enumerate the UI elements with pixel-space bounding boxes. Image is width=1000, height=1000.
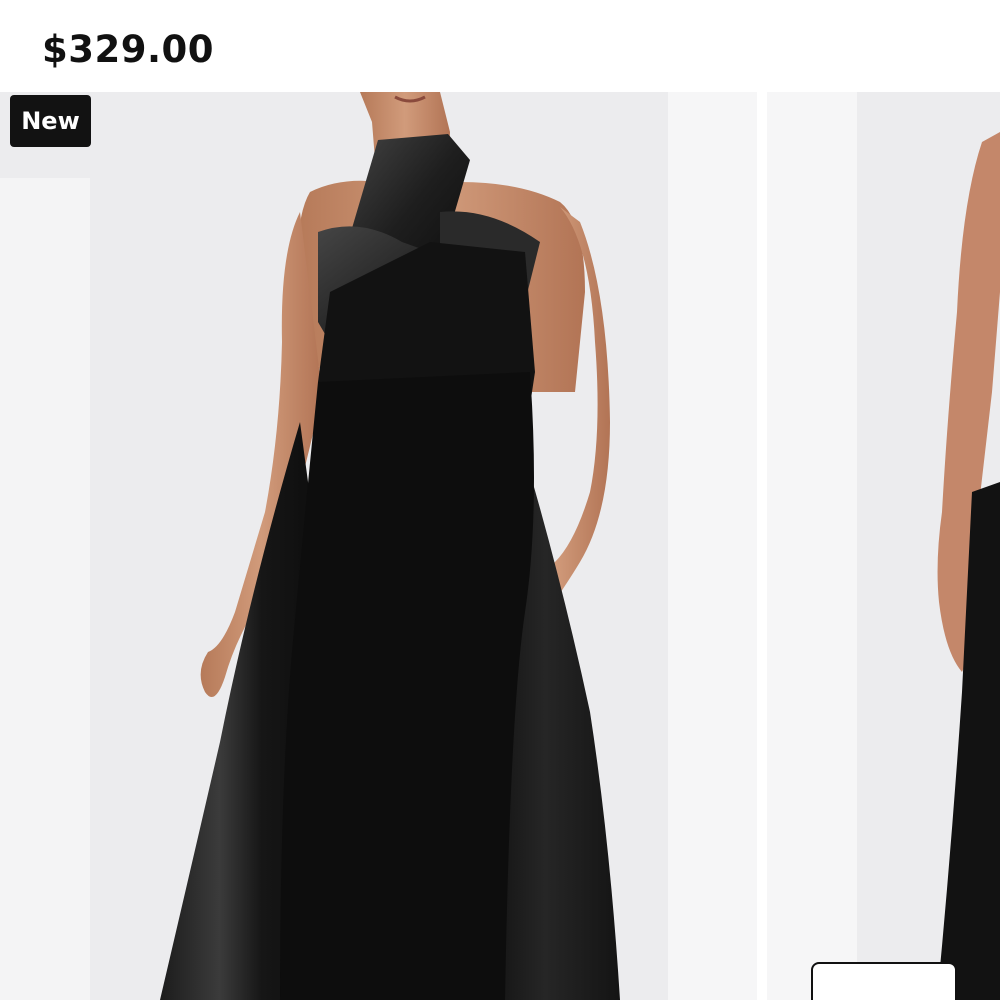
new-badge-container: New — [0, 92, 100, 178]
new-badge: New — [10, 95, 91, 147]
floating-action-button[interactable] — [811, 962, 957, 1000]
product-image-next[interactable] — [767, 92, 1000, 1000]
dress-photo-main — [0, 92, 757, 1000]
product-image-main[interactable]: New — [0, 92, 757, 1000]
price-header: $329.00 — [0, 0, 1000, 92]
product-page: $329.00 New — [0, 0, 1000, 1000]
dress-photo-next — [767, 92, 1000, 1000]
product-image-carousel[interactable]: New — [0, 92, 1000, 1000]
product-price: $329.00 — [42, 28, 215, 71]
